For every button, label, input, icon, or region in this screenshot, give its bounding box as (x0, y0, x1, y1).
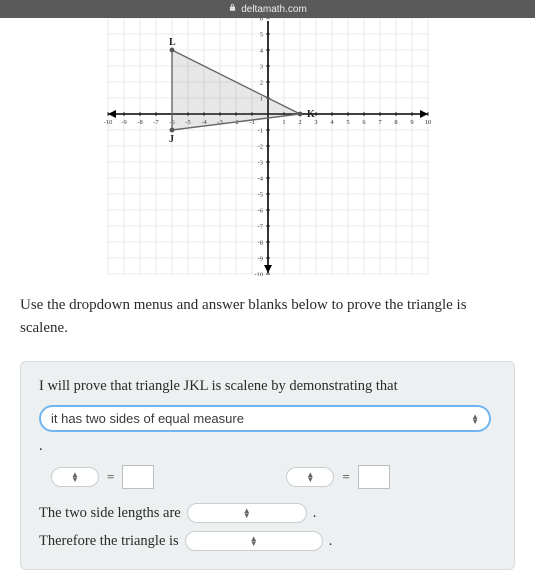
answer-box: I will prove that triangle JKL is scalen… (20, 361, 515, 570)
svg-text:2: 2 (298, 119, 301, 126)
svg-text:K: K (307, 109, 315, 120)
svg-text:-1: -1 (257, 128, 262, 135)
svg-text:5: 5 (346, 119, 349, 126)
svg-text:7: 7 (378, 119, 382, 126)
chevron-updown-icon: ▲▼ (250, 536, 258, 546)
side2-dropdown[interactable]: ▲▼ (286, 467, 334, 487)
url-bar: deltamath.com (0, 0, 535, 18)
svg-text:6: 6 (259, 18, 263, 23)
svg-text:-10: -10 (103, 119, 112, 126)
svg-text:2: 2 (259, 80, 262, 87)
chevron-updown-icon: ▲▼ (306, 472, 314, 482)
svg-text:5: 5 (259, 32, 262, 39)
equals-sign: = (342, 469, 349, 485)
svg-text:-8: -8 (137, 119, 142, 126)
svg-text:J: J (169, 134, 174, 145)
line2-prefix: The two side lengths are (39, 505, 181, 522)
chevron-updown-icon: ▲▼ (243, 508, 251, 518)
svg-text:4: 4 (259, 48, 263, 55)
svg-text:-9: -9 (257, 256, 262, 263)
line3-prefix: Therefore the triangle is (39, 533, 179, 550)
svg-text:-3: -3 (257, 160, 262, 167)
side1-value-input[interactable] (122, 465, 154, 489)
svg-text:-7: -7 (257, 224, 263, 231)
svg-text:-2: -2 (257, 144, 262, 151)
svg-text:4: 4 (330, 119, 334, 126)
svg-text:3: 3 (314, 119, 317, 126)
svg-text:-5: -5 (257, 192, 262, 199)
svg-text:6: 6 (362, 119, 366, 126)
equals-sign: = (107, 469, 114, 485)
period: . (313, 505, 317, 522)
coordinate-graph: -10 -9 -8 -7 -6 -5 -4 -3 -2 -1 1 2 3 4 5 6 7 8 9 10 -10 -9 -8… (20, 18, 515, 276)
proof-lead: I will prove that triangle JKL is scalen… (39, 378, 398, 395)
relation-dropdown[interactable]: ▲▼ (187, 503, 307, 523)
method-dropdown[interactable]: it has two sides of equal measure ▲▼ (39, 405, 491, 432)
svg-text:-9: -9 (121, 119, 126, 126)
side1-dropdown[interactable]: ▲▼ (51, 467, 99, 487)
chevron-updown-icon: ▲▼ (471, 414, 479, 424)
svg-text:-7: -7 (153, 119, 159, 126)
svg-text:-6: -6 (257, 208, 263, 215)
svg-text:9: 9 (410, 119, 413, 126)
svg-text:1: 1 (282, 119, 285, 126)
svg-text:10: 10 (424, 119, 431, 126)
svg-text:-10: -10 (254, 272, 263, 277)
period: . (39, 438, 43, 455)
svg-text:-8: -8 (257, 240, 262, 247)
svg-text:-4: -4 (257, 176, 263, 183)
svg-text:3: 3 (259, 64, 262, 71)
lock-icon (228, 3, 237, 15)
method-dropdown-label: it has two sides of equal measure (51, 411, 244, 426)
svg-text:L: L (169, 37, 176, 48)
svg-text:8: 8 (394, 119, 397, 126)
side2-value-input[interactable] (358, 465, 390, 489)
period: . (329, 533, 333, 550)
chevron-updown-icon: ▲▼ (71, 472, 79, 482)
instruction-text: Use the dropdown menus and answer blanks… (20, 294, 515, 339)
conclusion-dropdown[interactable]: ▲▼ (185, 531, 323, 551)
url-host: deltamath.com (241, 4, 307, 15)
